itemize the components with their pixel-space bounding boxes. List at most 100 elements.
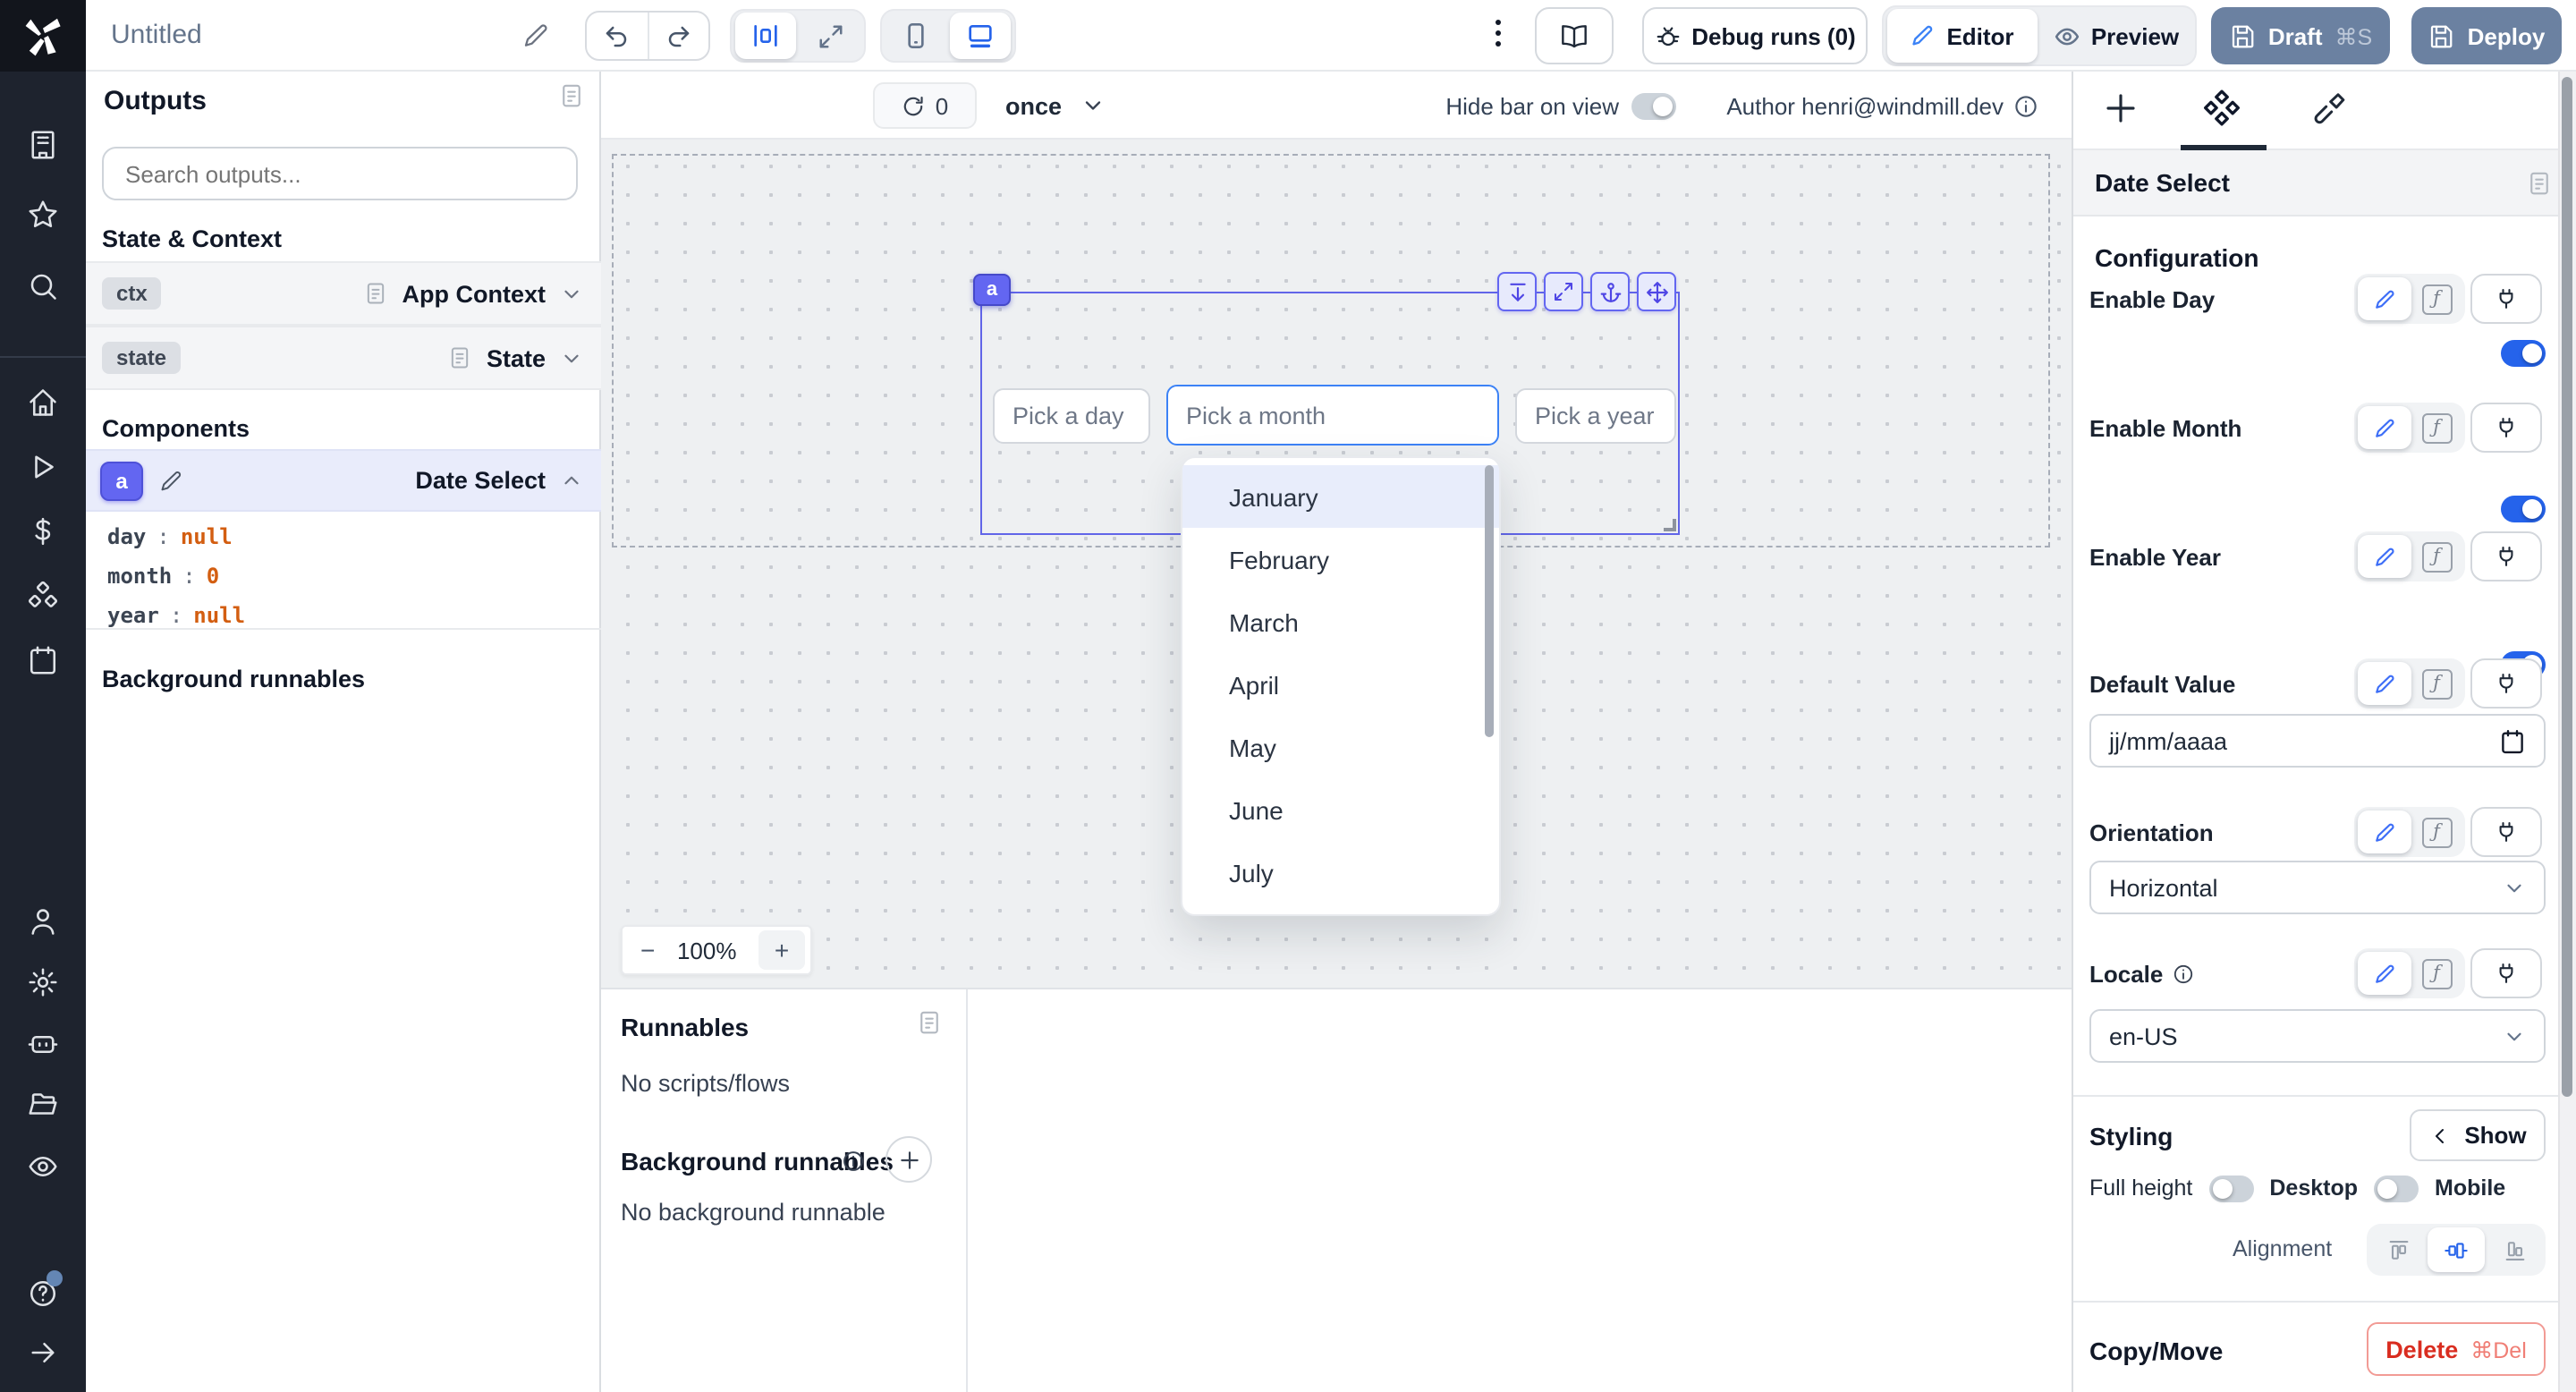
full-height-toggle[interactable] bbox=[2208, 1175, 2253, 1201]
tab-add-component-plus-icon[interactable] bbox=[2102, 89, 2140, 127]
runs-icon[interactable] bbox=[27, 451, 59, 483]
users-icon[interactable] bbox=[27, 905, 59, 938]
add-background-runnable-button[interactable] bbox=[886, 1136, 932, 1183]
search-outputs-input[interactable] bbox=[102, 147, 578, 200]
folders-icon[interactable] bbox=[27, 1088, 59, 1120]
day-select-input[interactable]: Pick a day bbox=[993, 388, 1150, 444]
static-mode-pencil-icon[interactable] bbox=[2358, 535, 2411, 578]
more-menu-kebab-icon[interactable] bbox=[1488, 16, 1506, 55]
desktop-preview-button[interactable] bbox=[950, 13, 1011, 59]
workspace-icon[interactable] bbox=[27, 129, 59, 161]
settings-icon[interactable] bbox=[27, 966, 59, 998]
enable-year-connect-plug-icon[interactable] bbox=[2470, 531, 2542, 581]
month-option-selected[interactable]: January bbox=[1182, 465, 1499, 528]
fn-mode-button[interactable]: ƒ bbox=[2411, 811, 2462, 853]
prop-year[interactable]: year:null bbox=[107, 603, 245, 628]
author-info-icon[interactable] bbox=[2012, 93, 2039, 120]
rename-pencil-icon[interactable] bbox=[159, 468, 184, 493]
align-center-button[interactable] bbox=[2428, 1227, 2485, 1272]
enable-month-connect-plug-icon[interactable] bbox=[2470, 403, 2542, 453]
month-option[interactable]: February bbox=[1182, 528, 1499, 590]
align-bottom-button[interactable] bbox=[2487, 1227, 2542, 1272]
fn-mode-button[interactable]: ƒ bbox=[2411, 662, 2462, 705]
tab-component-settings-icon[interactable] bbox=[2202, 88, 2241, 127]
centered-layout-button[interactable] bbox=[735, 13, 796, 59]
prop-day[interactable]: day:null bbox=[107, 524, 233, 549]
zoom-in-button[interactable]: + bbox=[758, 930, 805, 970]
edit-title-pencil-icon[interactable] bbox=[522, 21, 551, 50]
home-icon[interactable] bbox=[27, 386, 59, 419]
windmill-logo[interactable] bbox=[0, 0, 86, 72]
refresh-count-button[interactable]: 0 bbox=[873, 82, 977, 129]
delete-button[interactable]: Delete ⌘Del bbox=[2367, 1322, 2546, 1376]
tab-styling-brush-icon[interactable] bbox=[2311, 89, 2347, 125]
fn-mode-button[interactable]: ƒ bbox=[2411, 277, 2462, 320]
locale-select[interactable]: en-US bbox=[2089, 1009, 2546, 1063]
ctx-row[interactable]: ctx App Context bbox=[86, 261, 601, 326]
styling-show-button[interactable]: Show bbox=[2410, 1109, 2546, 1161]
align-top-button[interactable] bbox=[2370, 1227, 2426, 1272]
draft-button[interactable]: Draft ⌘S bbox=[2211, 7, 2390, 64]
variables-icon[interactable] bbox=[27, 515, 59, 547]
favorites-icon[interactable] bbox=[27, 199, 59, 231]
full-width-layout-button[interactable] bbox=[800, 13, 860, 59]
search-icon[interactable] bbox=[27, 270, 59, 302]
undo-button[interactable] bbox=[587, 13, 649, 59]
outputs-doc-icon[interactable] bbox=[558, 82, 585, 109]
runnables-doc-icon[interactable] bbox=[916, 1009, 943, 1036]
year-select-input[interactable]: Pick a year bbox=[1515, 388, 1676, 444]
fn-mode-button[interactable]: ƒ bbox=[2411, 406, 2462, 449]
month-option[interactable]: May bbox=[1182, 716, 1499, 778]
redo-button[interactable] bbox=[649, 13, 708, 59]
panel-doc-icon[interactable] bbox=[2526, 169, 2553, 196]
orientation-connect-plug-icon[interactable] bbox=[2470, 807, 2542, 857]
expand-down-handle[interactable] bbox=[1497, 272, 1537, 311]
tab-preview[interactable]: Preview bbox=[2041, 9, 2191, 63]
locale-connect-plug-icon[interactable] bbox=[2470, 948, 2542, 998]
prop-month[interactable]: month:0 bbox=[107, 564, 219, 589]
fn-mode-button[interactable]: ƒ bbox=[2411, 952, 2462, 995]
static-mode-pencil-icon[interactable] bbox=[2358, 406, 2411, 449]
state-row[interactable]: state State bbox=[86, 326, 601, 390]
schedules-icon[interactable] bbox=[27, 644, 59, 676]
fn-mode-button[interactable]: ƒ bbox=[2411, 535, 2462, 578]
month-option[interactable]: July bbox=[1182, 841, 1499, 904]
enable-day-connect-plug-icon[interactable] bbox=[2470, 274, 2542, 324]
workers-icon[interactable] bbox=[27, 1027, 59, 1059]
hide-bar-toggle[interactable] bbox=[1631, 93, 1676, 120]
enable-month-toggle[interactable] bbox=[2501, 496, 2546, 522]
enable-day-toggle[interactable] bbox=[2501, 340, 2546, 367]
month-option[interactable]: March bbox=[1182, 590, 1499, 653]
component-row-a[interactable]: a Date Select bbox=[86, 449, 601, 512]
scrollbar-thumb[interactable] bbox=[2562, 77, 2572, 1097]
month-option[interactable]: August bbox=[1182, 904, 1499, 916]
month-option[interactable]: April bbox=[1182, 653, 1499, 716]
docs-book-button[interactable] bbox=[1535, 7, 1614, 64]
component-badge[interactable]: a bbox=[973, 274, 1011, 306]
locale-info-icon[interactable] bbox=[2172, 963, 2195, 986]
month-select-input[interactable]: Pick a month bbox=[1166, 385, 1499, 446]
app-title[interactable]: Untitled bbox=[111, 20, 202, 50]
month-option[interactable]: June bbox=[1182, 778, 1499, 841]
static-mode-pencil-icon[interactable] bbox=[2358, 277, 2411, 320]
schedule-dropdown[interactable]: once bbox=[1005, 82, 1105, 129]
background-info-icon[interactable] bbox=[841, 1149, 866, 1174]
zoom-out-button[interactable]: − bbox=[640, 936, 655, 964]
default-value-connect-plug-icon[interactable] bbox=[2470, 658, 2542, 709]
debug-runs-button[interactable]: Debug runs (0) bbox=[1642, 7, 1868, 64]
audit-eye-icon[interactable] bbox=[27, 1150, 59, 1183]
app-canvas[interactable]: a Pick a day Pick a month Pick a year Ja… bbox=[601, 140, 2075, 988]
default-value-date-input[interactable]: jj/mm/aaaa bbox=[2089, 714, 2546, 768]
tab-editor[interactable]: Editor bbox=[1887, 9, 2038, 63]
orientation-select[interactable]: Horizontal bbox=[2089, 861, 2546, 914]
anchor-handle[interactable] bbox=[1590, 272, 1630, 311]
desktop-toggle[interactable] bbox=[2374, 1175, 2419, 1201]
mobile-preview-button[interactable] bbox=[886, 13, 946, 59]
static-mode-pencil-icon[interactable] bbox=[2358, 952, 2411, 995]
dropdown-scrollbar-thumb[interactable] bbox=[1485, 465, 1494, 737]
static-mode-pencil-icon[interactable] bbox=[2358, 811, 2411, 853]
resize-corner-handle[interactable] bbox=[1664, 519, 1676, 531]
collapse-rail-icon[interactable] bbox=[27, 1337, 59, 1369]
fullscreen-handle[interactable] bbox=[1544, 272, 1583, 311]
resources-icon[interactable] bbox=[27, 580, 59, 612]
